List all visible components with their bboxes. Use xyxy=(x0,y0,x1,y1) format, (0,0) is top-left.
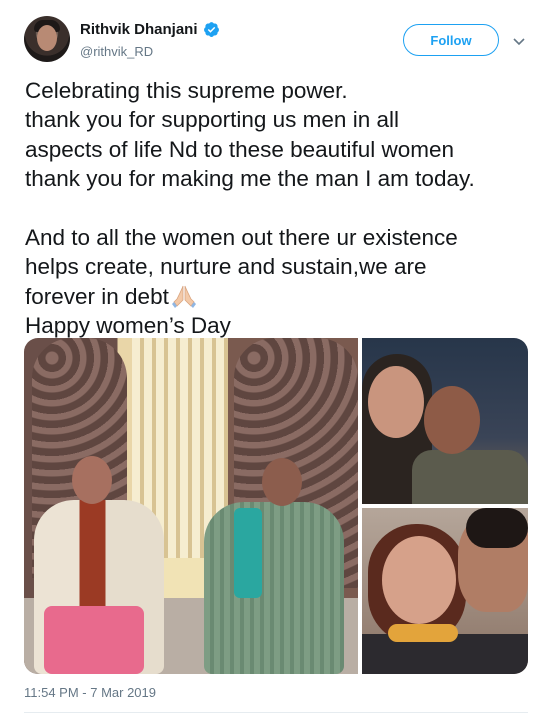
tweet-line: helps create, nurture and sustain,we are xyxy=(25,254,427,280)
tweet-line: forever in debt xyxy=(25,283,169,309)
face-left xyxy=(382,536,456,624)
necklace xyxy=(388,624,458,642)
face-right xyxy=(424,386,480,454)
photo-kiss-cheek[interactable] xyxy=(362,508,528,674)
folded-hands-icon xyxy=(171,285,196,308)
person-left xyxy=(34,456,164,674)
person-left-legs xyxy=(44,606,144,674)
tweet-line: And to all the women out there ur existe… xyxy=(25,225,458,251)
media-grid xyxy=(24,338,528,674)
avatar[interactable] xyxy=(24,16,70,62)
tweet-line: Celebrating this supreme power. xyxy=(25,78,348,103)
tweet-line: thank you for making me the man I am tod… xyxy=(25,166,475,192)
tweet-line: thank you for supporting us men in all xyxy=(25,107,399,133)
follow-button[interactable]: Follow xyxy=(403,24,499,56)
tweet-timestamp[interactable]: 11:54 PM - 7 Mar 2019 xyxy=(24,685,156,700)
tweet-line: aspects of life Nd to these beautiful wo… xyxy=(25,136,454,162)
photo-two-women-seated[interactable] xyxy=(24,338,358,674)
person-right-scarf xyxy=(234,508,262,598)
face-left xyxy=(368,366,424,438)
person-right-head xyxy=(262,458,302,506)
chevron-down-icon[interactable] xyxy=(512,34,526,48)
person-right-body xyxy=(204,502,344,674)
display-name[interactable]: Rithvik Dhanjani xyxy=(80,21,198,38)
person-left-head xyxy=(72,456,112,504)
author-name-row[interactable]: Rithvik Dhanjani xyxy=(80,21,220,38)
tweet-line-with-emoji: forever in debt xyxy=(25,282,535,311)
verified-badge-icon xyxy=(203,22,219,37)
tweet-text: Celebrating this supreme power. thank yo… xyxy=(25,76,535,341)
divider xyxy=(24,712,528,713)
clothing xyxy=(412,450,528,504)
handle[interactable]: @rithvik_RD xyxy=(80,44,153,59)
avatar-face xyxy=(37,25,57,51)
person-right xyxy=(194,458,344,674)
tweet: Rithvik Dhanjani @rithvik_RD Follow Cele… xyxy=(0,0,552,718)
tweet-line: Happy women’s Day xyxy=(25,313,231,339)
photo-selfie-night[interactable] xyxy=(362,338,528,504)
hair-right xyxy=(466,508,528,548)
